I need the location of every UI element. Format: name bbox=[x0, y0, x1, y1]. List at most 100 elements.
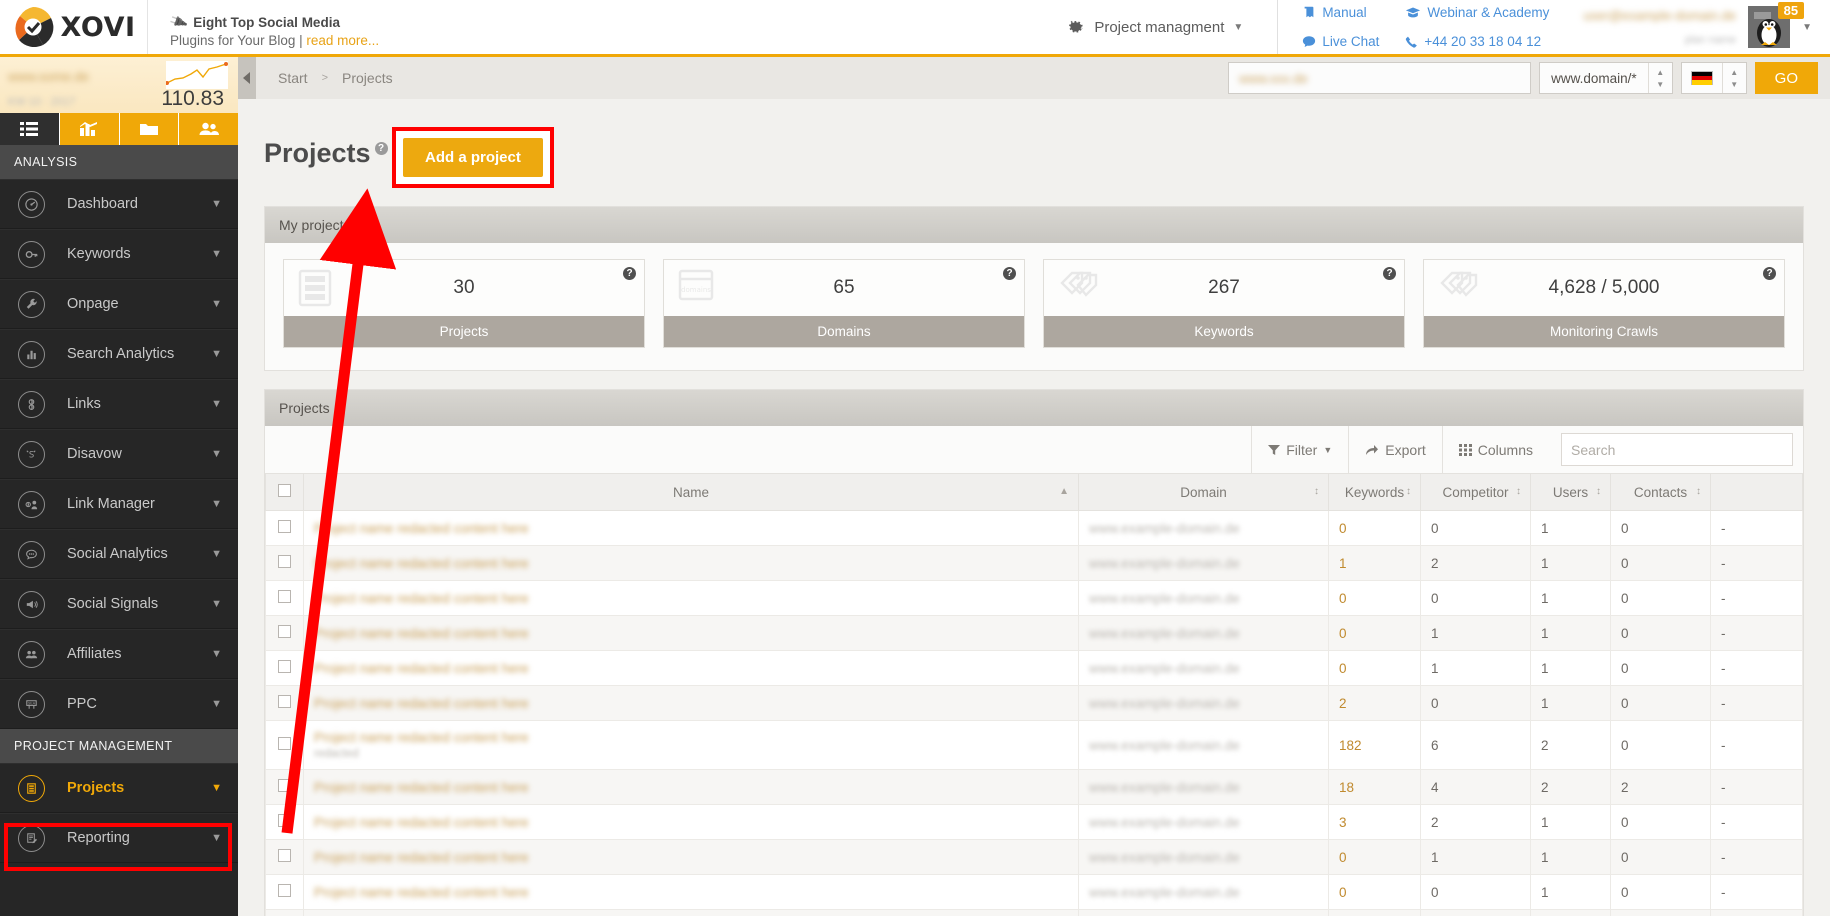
sidebar-tab-analytics[interactable] bbox=[59, 113, 120, 145]
cell-name[interactable]: Project name redacted content here bbox=[303, 580, 1079, 616]
sidebar-tab-users[interactable] bbox=[179, 113, 238, 145]
stat-card-projects[interactable]: 30 ? Projects bbox=[283, 259, 645, 348]
table-row[interactable]: Project name redacted content here redact… bbox=[265, 720, 1803, 770]
select-all-header[interactable] bbox=[265, 474, 304, 511]
help-icon[interactable]: ? bbox=[623, 267, 636, 280]
country-stepper[interactable]: ▲ ▼ bbox=[1721, 63, 1746, 93]
sidebar-item-affiliates[interactable]: Affiliates ▼ bbox=[0, 629, 238, 679]
row-checkbox[interactable] bbox=[278, 695, 291, 708]
project-management-menu[interactable]: Project managment ▼ bbox=[1058, 0, 1279, 54]
column-header-keywords[interactable]: Keywords ↕ bbox=[1328, 474, 1421, 511]
cell-name[interactable]: Project name redacted content here bbox=[303, 685, 1079, 721]
sidebar-item-social-analytics[interactable]: Social Analytics ▼ bbox=[0, 529, 238, 579]
cell-name[interactable]: Project name redacted content here redact… bbox=[303, 720, 1079, 770]
table-row[interactable]: Project name redacted content here www.ex… bbox=[265, 874, 1803, 910]
sidebar-item-link-manager[interactable]: Link Manager ▼ bbox=[0, 479, 238, 529]
cell-domain[interactable]: www.example-domain.de bbox=[1078, 650, 1329, 686]
sidebar-collapse-toggle[interactable] bbox=[238, 57, 256, 99]
row-select-cell[interactable] bbox=[265, 650, 304, 686]
account-area[interactable]: user@example-domain.de plan name 85 ▼ bbox=[1573, 0, 1830, 54]
sidebar-item-links[interactable]: Links ▼ bbox=[0, 379, 238, 429]
cell-name[interactable]: Project name redacted content here bbox=[303, 874, 1079, 910]
cell-name[interactable]: Project name redacted content here bbox=[303, 545, 1079, 581]
row-checkbox[interactable] bbox=[278, 884, 291, 897]
table-search-input[interactable]: Search bbox=[1561, 433, 1793, 466]
cell-domain[interactable]: www.example-domain.de bbox=[1078, 769, 1329, 805]
row-checkbox[interactable] bbox=[278, 520, 291, 533]
cell-domain[interactable]: www.example-domain.de bbox=[1078, 685, 1329, 721]
help-icon[interactable]: ? bbox=[1763, 267, 1776, 280]
cell-name[interactable]: Project name redacted content here bbox=[303, 909, 1079, 916]
sidebar-item-search-analytics[interactable]: Search Analytics ▼ bbox=[0, 329, 238, 379]
visibility-widget[interactable]: www.some.de KW 10 · 2017 110.83 bbox=[0, 57, 238, 113]
row-select-cell[interactable] bbox=[265, 580, 304, 616]
table-row[interactable]: Project name redacted content here www.ex… bbox=[265, 580, 1803, 616]
cell-domain[interactable]: www.example-domain.de bbox=[1078, 545, 1329, 581]
sidebar-tab-projects[interactable] bbox=[119, 113, 180, 145]
breadcrumb-start[interactable]: Start bbox=[278, 70, 308, 86]
sidebar-item-keywords[interactable]: Keywords ▼ bbox=[0, 229, 238, 279]
row-select-cell[interactable] bbox=[265, 510, 304, 546]
phone-link[interactable]: +44 20 33 18 04 12 bbox=[1405, 34, 1549, 49]
help-icon[interactable]: ? bbox=[374, 142, 388, 155]
sidebar-item-dashboard[interactable]: Dashboard ▼ bbox=[0, 179, 238, 229]
sidebar-item-projects[interactable]: Projects ▼ bbox=[0, 763, 238, 813]
table-row[interactable]: Project name redacted content here www.ex… bbox=[265, 545, 1803, 581]
column-header-competitor[interactable]: Competitor ↕ bbox=[1420, 474, 1531, 511]
column-header-users[interactable]: Users ↕ bbox=[1530, 474, 1611, 511]
columns-button[interactable]: Columns bbox=[1441, 426, 1549, 473]
scope-stepper[interactable]: ▲ ▼ bbox=[1647, 63, 1672, 93]
brand-logo[interactable]: XOVI bbox=[0, 0, 148, 54]
sidebar-item-social-signals[interactable]: Social Signals ▼ bbox=[0, 579, 238, 629]
row-checkbox[interactable] bbox=[278, 625, 291, 638]
help-icon[interactable]: ? bbox=[1003, 267, 1016, 280]
table-row[interactable]: Project name redacted content here www.ex… bbox=[265, 769, 1803, 805]
cell-name[interactable]: Project name redacted content here bbox=[303, 769, 1079, 805]
row-select-cell[interactable] bbox=[265, 545, 304, 581]
promo-banner[interactable]: 🔌 Eight Top Social Media Plugins for You… bbox=[148, 0, 508, 54]
stat-card-monitoring-crawls[interactable]: 4,628 / 5,000 ? Monitoring Crawls bbox=[1423, 259, 1785, 348]
cell-domain[interactable]: www.example-domain.de bbox=[1078, 839, 1329, 875]
add-project-button[interactable]: Add a project bbox=[403, 138, 543, 177]
sidebar-item-onpage[interactable]: Onpage ▼ bbox=[0, 279, 238, 329]
row-select-cell[interactable] bbox=[265, 874, 304, 910]
domain-input[interactable]: www.xxx.de bbox=[1228, 62, 1532, 94]
table-row[interactable]: Project name redacted content here www.ex… bbox=[265, 685, 1803, 721]
row-checkbox[interactable] bbox=[278, 660, 291, 673]
table-row[interactable]: Project name redacted content here www.ex… bbox=[265, 615, 1803, 651]
row-select-cell[interactable] bbox=[265, 720, 304, 770]
column-header-domain[interactable]: Domain ↕ bbox=[1078, 474, 1329, 511]
row-select-cell[interactable] bbox=[265, 769, 304, 805]
table-row[interactable]: Project name redacted content here www.ex… bbox=[265, 650, 1803, 686]
row-select-cell[interactable] bbox=[265, 685, 304, 721]
cell-name[interactable]: Project name redacted content here bbox=[303, 650, 1079, 686]
column-header-contacts[interactable]: Contacts ↕ bbox=[1610, 474, 1711, 511]
sidebar-item-ppc[interactable]: SEA PPC ▼ bbox=[0, 679, 238, 729]
scope-selector[interactable]: www.domain/* ▲ ▼ bbox=[1539, 62, 1673, 94]
cell-name[interactable]: Project name redacted content here bbox=[303, 510, 1079, 546]
account-chevron-down-icon[interactable]: ▼ bbox=[1802, 22, 1812, 33]
row-select-cell[interactable] bbox=[265, 909, 304, 916]
stat-card-domains[interactable]: domains 65 ? Domains bbox=[663, 259, 1025, 348]
row-checkbox[interactable] bbox=[278, 590, 291, 603]
table-row[interactable]: Project name redacted content here www.ex… bbox=[265, 804, 1803, 840]
sidebar-tab-list[interactable] bbox=[0, 113, 60, 145]
sidebar-item-disavow[interactable]: S Disavow ▼ bbox=[0, 429, 238, 479]
webinar-academy-link[interactable]: Webinar & Academy bbox=[1405, 5, 1549, 20]
go-button[interactable]: GO bbox=[1754, 62, 1818, 94]
cell-domain[interactable]: www.example-domain.de bbox=[1078, 580, 1329, 616]
row-checkbox[interactable] bbox=[278, 814, 291, 827]
column-header-name[interactable]: Name ▲ bbox=[303, 474, 1079, 511]
table-row[interactable]: Project name redacted content here www.ex… bbox=[265, 510, 1803, 546]
live-chat-link[interactable]: Live Chat bbox=[1302, 34, 1379, 49]
cell-domain[interactable]: www.example-domain.de bbox=[1078, 874, 1329, 910]
cell-name[interactable]: Project name redacted content here bbox=[303, 804, 1079, 840]
export-button[interactable]: Export bbox=[1348, 426, 1441, 473]
row-select-cell[interactable] bbox=[265, 615, 304, 651]
cell-domain[interactable]: www.example-domain.de bbox=[1078, 615, 1329, 651]
manual-link[interactable]: Manual bbox=[1302, 5, 1379, 20]
row-checkbox[interactable] bbox=[278, 849, 291, 862]
select-all-checkbox[interactable] bbox=[278, 484, 291, 497]
help-icon[interactable]: ? bbox=[1383, 267, 1396, 280]
cell-name[interactable]: Project name redacted content here bbox=[303, 839, 1079, 875]
